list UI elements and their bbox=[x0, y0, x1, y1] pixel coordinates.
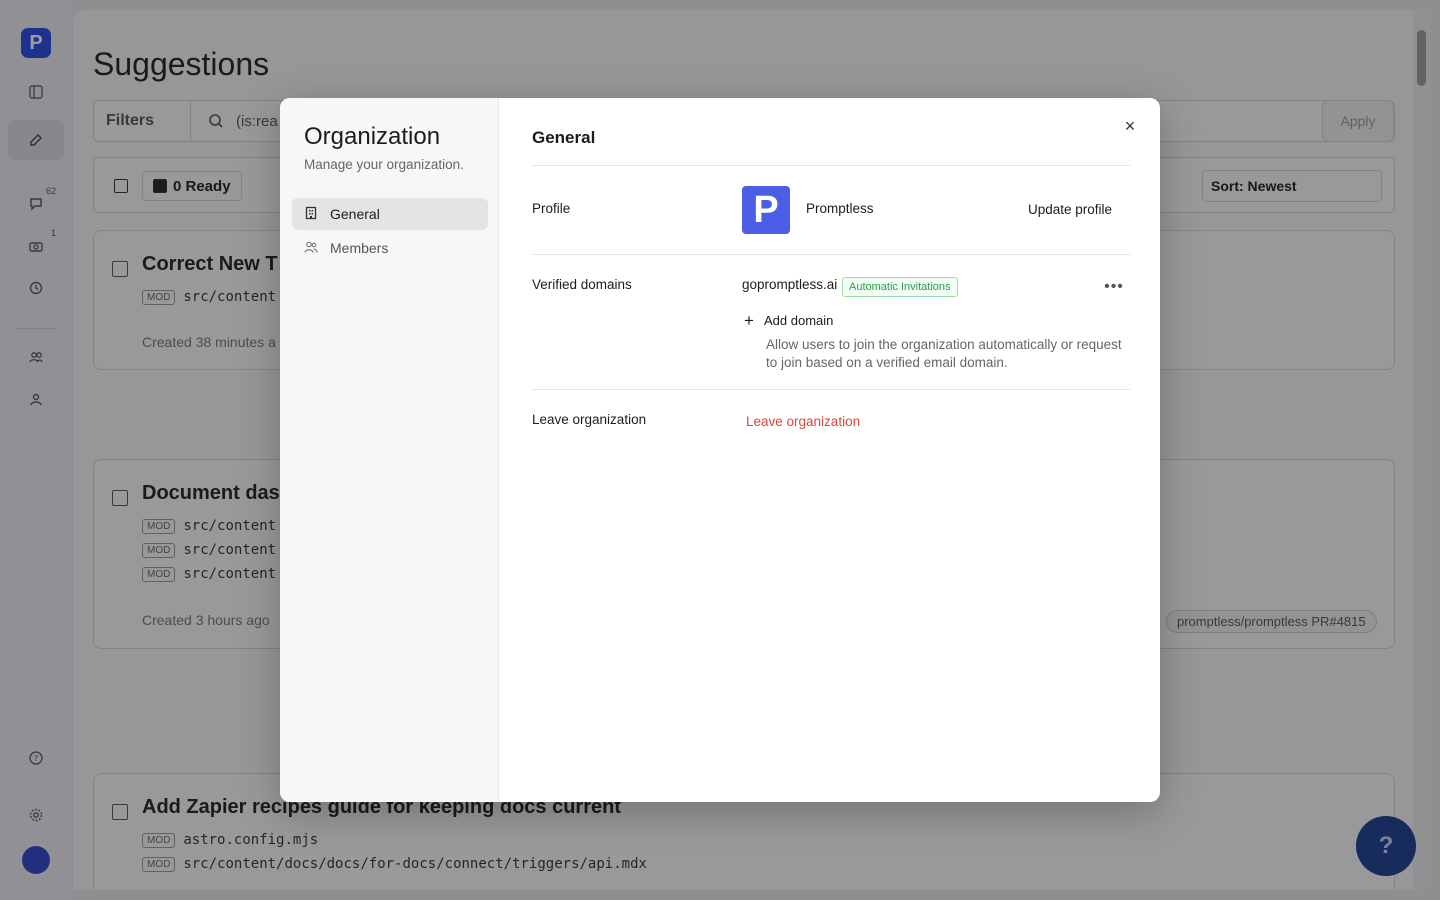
modal-subtitle: Manage your organization. bbox=[304, 157, 464, 172]
modal-content: General × Profile P Promptless Update pr… bbox=[532, 98, 1135, 802]
divider bbox=[532, 254, 1130, 255]
more-options-icon[interactable]: ••• bbox=[1100, 276, 1128, 298]
organization-name: Promptless bbox=[806, 201, 874, 216]
close-icon[interactable]: × bbox=[1119, 115, 1141, 137]
organization-settings-modal: Organization Manage your organization. G… bbox=[280, 98, 1160, 802]
leave-organization-label: Leave organization bbox=[532, 412, 647, 427]
nav-item-label: Members bbox=[330, 240, 389, 256]
automatic-invitations-badge: Automatic Invitations bbox=[842, 277, 958, 297]
leave-organization-button[interactable]: Leave organization bbox=[742, 411, 864, 431]
domain-help-text: Allow users to join the organization aut… bbox=[766, 337, 1122, 370]
domain-name: gopromptless.ai bbox=[742, 277, 838, 292]
section-heading: General bbox=[532, 128, 596, 147]
update-profile-button[interactable]: Update profile bbox=[1020, 192, 1120, 226]
plus-icon: + bbox=[744, 310, 754, 330]
divider bbox=[532, 389, 1130, 390]
building-icon bbox=[304, 206, 318, 223]
modal-title: Organization bbox=[304, 123, 441, 150]
verified-domains-label: Verified domains bbox=[532, 277, 632, 292]
nav-item-general[interactable]: General bbox=[292, 198, 488, 230]
users-icon bbox=[304, 240, 318, 257]
nav-item-members[interactable]: Members bbox=[292, 232, 488, 264]
divider bbox=[532, 165, 1130, 166]
add-domain-label: Add domain bbox=[764, 312, 834, 328]
modal-sidebar: Organization Manage your organization. G… bbox=[280, 98, 499, 802]
organization-logo: P bbox=[742, 186, 790, 234]
profile-label: Profile bbox=[532, 201, 571, 216]
add-domain-button[interactable]: + Add domain bbox=[742, 310, 833, 330]
nav-item-label: General bbox=[330, 206, 380, 222]
